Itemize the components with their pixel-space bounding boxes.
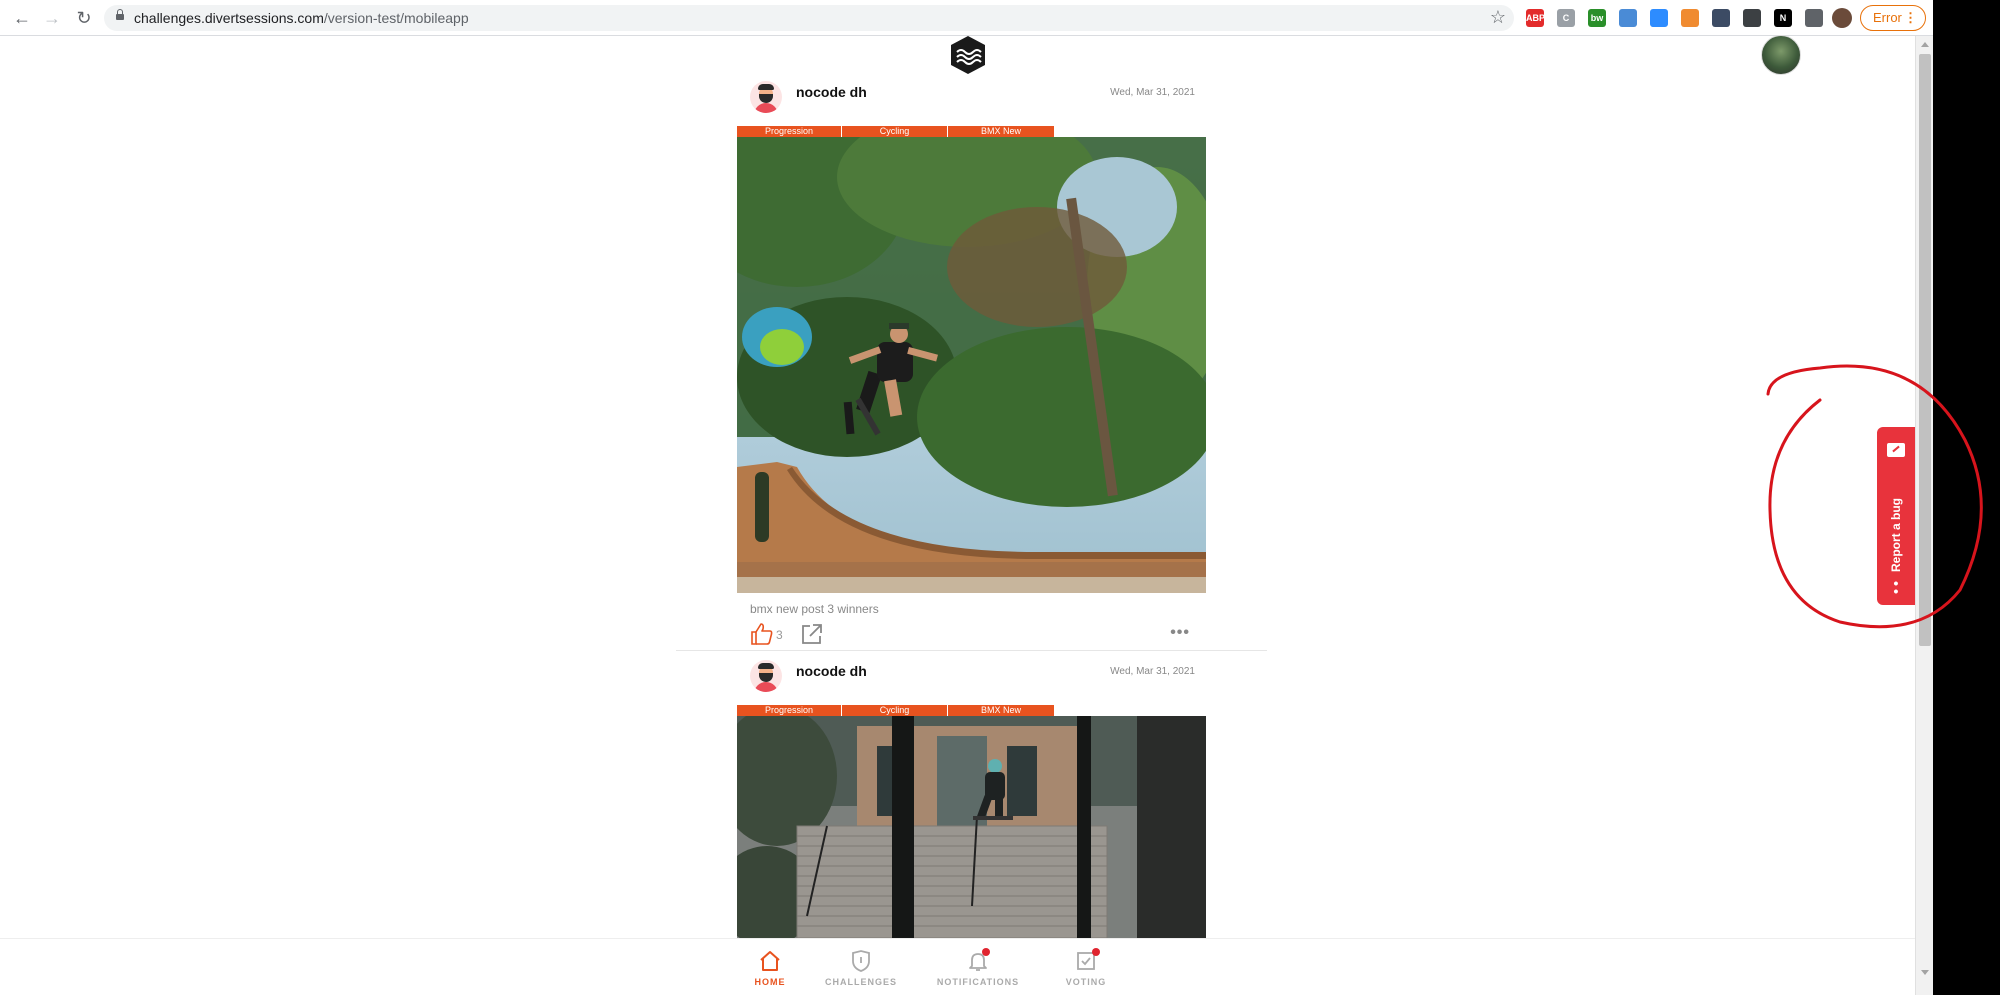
post-username[interactable]: nocode dh (796, 663, 867, 679)
lock-icon (116, 9, 124, 23)
bookmark-star-icon[interactable]: ☆ (1490, 7, 1506, 28)
divert-logo-icon[interactable] (949, 35, 987, 75)
moon-ext-icon[interactable] (1712, 9, 1730, 27)
tag-progression[interactable]: Progression (737, 705, 842, 716)
like-count: 3 (776, 628, 783, 642)
post-divider (676, 650, 1267, 651)
back-icon[interactable]: ← (10, 6, 34, 30)
clipboard-ext-icon[interactable]: C (1557, 9, 1575, 27)
post-caption: bmx new post 3 winners (750, 602, 879, 616)
tag-bmx-new[interactable]: BMX New (948, 705, 1055, 716)
tag-bmx-new[interactable]: BMX New (948, 126, 1055, 137)
tag-cycling[interactable]: Cycling (842, 126, 948, 137)
post-actions: 3 ••• (748, 622, 1198, 648)
nav-challenges-label: CHALLENGES (824, 977, 897, 987)
avatar[interactable] (750, 81, 782, 113)
nav-notifications-label: NOTIFICATIONS (936, 977, 1020, 987)
post-username[interactable]: nocode dh (796, 84, 867, 100)
avatar[interactable] (750, 660, 782, 692)
zoom-ext-icon[interactable] (1650, 9, 1668, 27)
report-bug-label: Report a bug (1889, 498, 1903, 572)
post-date: Wed, Mar 31, 2021 (1110, 87, 1195, 98)
page-scrollbar[interactable] (1915, 36, 1933, 995)
like-thumb-icon[interactable] (750, 622, 774, 646)
error-button[interactable]: Error ⋮ (1860, 5, 1926, 31)
shield-icon (852, 950, 870, 972)
grid-ext-icon[interactable] (1681, 9, 1699, 27)
edit-icon (1887, 443, 1905, 457)
nav-notifications[interactable]: NOTIFICATIONS (930, 939, 1026, 995)
browser-profile-avatar[interactable] (1832, 8, 1852, 28)
nav-voting[interactable]: VOTING (1050, 939, 1122, 995)
outside-area (1933, 0, 2000, 995)
scroll-down-arrow-icon[interactable] (1921, 970, 1929, 975)
post-photo[interactable] (737, 137, 1206, 593)
tag-cycling[interactable]: Cycling (842, 705, 948, 716)
notion-ext-icon[interactable]: N (1774, 9, 1792, 27)
tag-progression[interactable]: Progression (737, 126, 842, 137)
report-bug-button[interactable]: Report a bug • • (1877, 427, 1915, 605)
post-photo[interactable] (737, 716, 1206, 938)
post-date: Wed, Mar 31, 2021 (1110, 666, 1195, 677)
nav-challenges[interactable]: CHALLENGES (815, 939, 907, 995)
nav-home[interactable]: HOME (730, 939, 810, 995)
bw-ext-icon[interactable]: bw (1588, 9, 1606, 27)
more-options-icon[interactable]: ••• (1170, 625, 1190, 641)
screenshot-ext-icon[interactable] (1743, 9, 1761, 27)
more-dots-icon: • • (1893, 575, 1899, 599)
nav-home-label: HOME (754, 977, 786, 987)
user-avatar[interactable] (1761, 35, 1801, 75)
browser-window: ← → ↻ challenges.divertsessions.com/vers… (0, 0, 1933, 995)
address-bar[interactable]: challenges.divertsessions.com/version-te… (104, 5, 1514, 31)
post-header: nocode dh Wed, Mar 31, 2021 (748, 81, 1198, 121)
url-text: challenges.divertsessions.com/version-te… (134, 10, 469, 26)
scrollbar-thumb[interactable] (1919, 54, 1931, 646)
browser-toolbar: ← → ↻ challenges.divertsessions.com/vers… (0, 0, 1933, 36)
post-header: nocode dh Wed, Mar 31, 2021 (748, 660, 1198, 700)
image-ext-icon[interactable] (1619, 9, 1637, 27)
reload-icon[interactable]: ↻ (72, 6, 96, 30)
post-tags: Progression Cycling BMX New (737, 126, 1206, 137)
puzzle-ext-icon[interactable] (1805, 9, 1823, 27)
adblock-icon[interactable]: ABP (1526, 9, 1545, 27)
share-icon[interactable] (800, 622, 824, 646)
scroll-up-arrow-icon[interactable] (1921, 42, 1929, 47)
notification-badge (982, 948, 990, 956)
voting-badge (1092, 948, 1100, 956)
forward-icon[interactable]: → (40, 6, 64, 30)
home-icon (760, 951, 780, 971)
nav-voting-label: VOTING (1065, 977, 1107, 987)
bottom-nav: HOME CHALLENGES NOTIFICATIONS VOTING (0, 938, 1915, 995)
kebab-menu-icon: ⋮ (1904, 10, 1917, 25)
post-tags: Progression Cycling BMX New (737, 705, 1206, 716)
